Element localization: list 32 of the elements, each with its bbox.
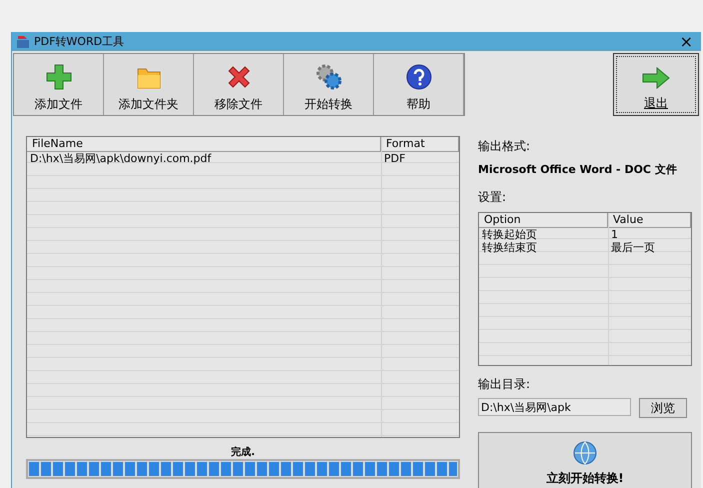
column-header[interactable]: FileName	[27, 137, 381, 151]
output-format-value: Microsoft Office Word - DOC 文件	[478, 162, 678, 177]
window-title: PDF转WORD工具	[34, 34, 126, 49]
table-cell-text: 1	[610, 228, 619, 241]
toolbar-button[interactable]: 帮助	[374, 54, 464, 115]
app-icon	[16, 34, 30, 48]
toolbar-button[interactable]: 添加文件夹	[104, 54, 194, 115]
settings-label: 设置:	[478, 189, 508, 206]
table-cell-text: D:\hx\当易网\apk\downyi.com.pdf	[29, 152, 212, 165]
column-header[interactable]: Value	[608, 213, 691, 227]
globe-icon	[572, 440, 598, 466]
output-dir-field[interactable]: D:\hx\当易网\apk	[478, 398, 631, 416]
output-format-label: 输出格式:	[478, 138, 532, 155]
status-text: 完成.	[230, 445, 256, 459]
table-cell-text: PDF	[383, 152, 406, 165]
column-header[interactable]: Option	[479, 213, 608, 227]
toolbar-button[interactable]: 移除文件	[194, 54, 284, 115]
close-button[interactable]: ×	[678, 34, 695, 50]
arrow-icon	[641, 66, 671, 90]
toolbar-button[interactable]: 开始转换	[284, 54, 374, 115]
gears-icon	[314, 63, 342, 91]
table-cell-text: 最后一页	[610, 241, 656, 254]
start-button[interactable]: 立刻开始转换!	[478, 432, 692, 488]
output-dir-label: 输出目录:	[478, 376, 532, 393]
browse-button[interactable]: 浏览	[639, 398, 687, 418]
toolbar-button[interactable]: 添加文件	[14, 54, 104, 115]
plus-icon	[44, 63, 72, 91]
table-cell-text: 转换起始页	[481, 228, 538, 241]
exit-button[interactable]: 退出	[613, 53, 699, 116]
table-cell-text: 转换结束页	[481, 241, 538, 254]
help-icon	[404, 63, 432, 91]
column-header[interactable]: Format	[381, 137, 459, 151]
